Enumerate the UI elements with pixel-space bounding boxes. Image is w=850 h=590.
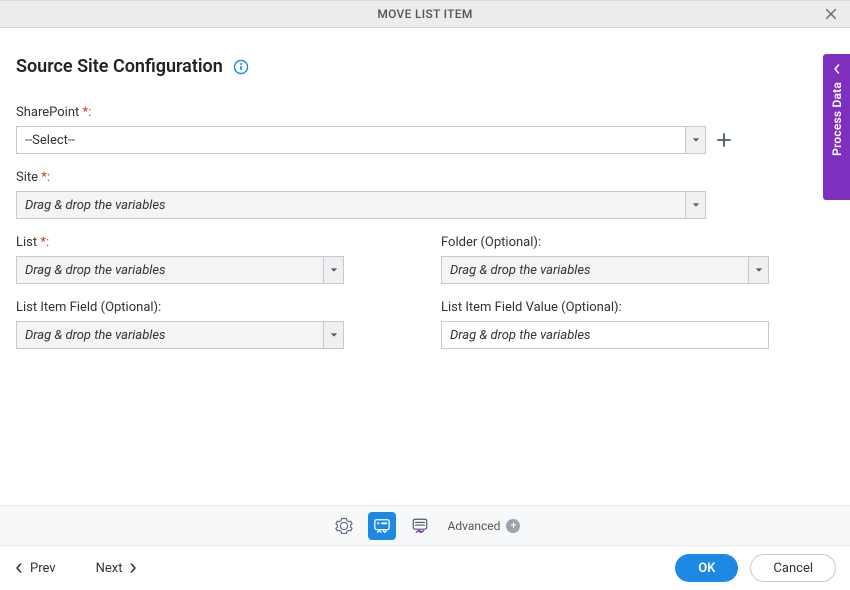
dialog-header: MOVE LIST ITEM (0, 0, 850, 28)
item-value-placeholder: Drag & drop the variables (442, 328, 768, 343)
site-placeholder: Drag & drop the variables (17, 198, 685, 213)
sharepoint-label: SharePoint *: (16, 105, 834, 120)
next-button[interactable]: Next (96, 561, 139, 576)
close-icon (824, 7, 838, 21)
page-title-row: Source Site Configuration (16, 56, 834, 77)
field-item-field: List Item Field (Optional): Drag & drop … (16, 300, 409, 349)
site-dropdown-button[interactable] (685, 192, 705, 218)
field-site: Site *: Drag & drop the variables (16, 170, 834, 219)
folder-label: Folder (Optional): (441, 235, 834, 250)
variables-button[interactable] (406, 512, 434, 540)
sharepoint-value: --Select-- (17, 133, 685, 148)
field-item-value: List Item Field Value (Optional): Drag &… (441, 300, 834, 349)
mapping-icon (373, 517, 391, 535)
item-field-label: List Item Field (Optional): (16, 300, 409, 315)
prev-button[interactable]: Prev (14, 561, 56, 576)
chevron-left-icon (14, 563, 24, 573)
gear-icon (335, 517, 353, 535)
folder-placeholder: Drag & drop the variables (442, 263, 748, 278)
advanced-label: Advanced (448, 519, 501, 533)
list-label: List *: (16, 235, 409, 250)
advanced-toggle[interactable]: Advanced + (448, 519, 521, 533)
plus-badge-icon: + (506, 519, 520, 533)
page-title: Source Site Configuration (16, 56, 223, 77)
cancel-button[interactable]: Cancel (750, 554, 836, 582)
chevron-right-icon (128, 563, 138, 573)
list-swap-icon (411, 517, 429, 535)
site-label: Site *: (16, 170, 834, 185)
chevron-down-icon (330, 266, 338, 274)
settings-button[interactable] (330, 512, 358, 540)
list-dropdown-button[interactable] (323, 257, 343, 283)
toolbar: Advanced + (0, 505, 850, 545)
process-data-tab[interactable]: Process Data (823, 54, 850, 200)
close-button[interactable] (822, 5, 840, 23)
chevron-down-icon (755, 266, 763, 274)
mapping-button[interactable] (368, 512, 396, 540)
process-data-label: Process Data (830, 82, 844, 156)
nav-group: Prev Next (14, 561, 138, 576)
prev-label: Prev (30, 561, 56, 576)
item-value-input[interactable]: Drag & drop the variables (441, 321, 769, 349)
site-input[interactable]: Drag & drop the variables (16, 191, 706, 219)
field-sharepoint: SharePoint *: --Select-- (16, 105, 834, 154)
footer: Prev Next OK Cancel (0, 545, 850, 590)
list-input[interactable]: Drag & drop the variables (16, 256, 344, 284)
item-field-input[interactable]: Drag & drop the variables (16, 321, 344, 349)
chevron-down-icon (692, 136, 700, 144)
next-label: Next (96, 561, 123, 576)
sharepoint-dropdown-button[interactable] (685, 127, 705, 153)
sharepoint-select[interactable]: --Select-- (16, 126, 706, 154)
info-icon[interactable] (233, 59, 249, 75)
add-sharepoint-button[interactable] (714, 130, 734, 150)
chevron-down-icon (330, 331, 338, 339)
item-field-placeholder: Drag & drop the variables (17, 328, 323, 343)
folder-input[interactable]: Drag & drop the variables (441, 256, 769, 284)
item-field-dropdown-button[interactable] (323, 322, 343, 348)
folder-dropdown-button[interactable] (748, 257, 768, 283)
ok-button[interactable]: OK (675, 554, 738, 582)
item-value-label: List Item Field Value (Optional): (441, 300, 834, 315)
chevron-left-icon (832, 64, 842, 74)
plus-icon (716, 132, 732, 148)
button-group: OK Cancel (675, 554, 836, 582)
field-list: List *: Drag & drop the variables (16, 235, 409, 284)
list-placeholder: Drag & drop the variables (17, 263, 323, 278)
content-area: Source Site Configuration SharePoint *: … (0, 28, 850, 365)
field-folder: Folder (Optional): Drag & drop the varia… (441, 235, 834, 284)
dialog-title: MOVE LIST ITEM (377, 7, 472, 21)
chevron-down-icon (692, 201, 700, 209)
